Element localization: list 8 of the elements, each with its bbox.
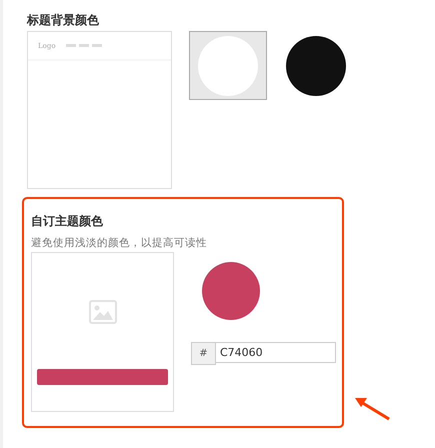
section-title: 标题背景颜色 (27, 12, 100, 28)
image-placeholder-icon (88, 300, 116, 324)
hash-label: # (191, 342, 216, 365)
hint-text: 避免使用浅淡的颜色，以提高可读性 (31, 236, 208, 250)
color-swatch[interactable] (189, 31, 267, 100)
color-input[interactable]: C74060 (216, 342, 336, 363)
nav-placeholder-icon (66, 44, 102, 48)
section-title: 自订主题颜色 (31, 213, 104, 229)
